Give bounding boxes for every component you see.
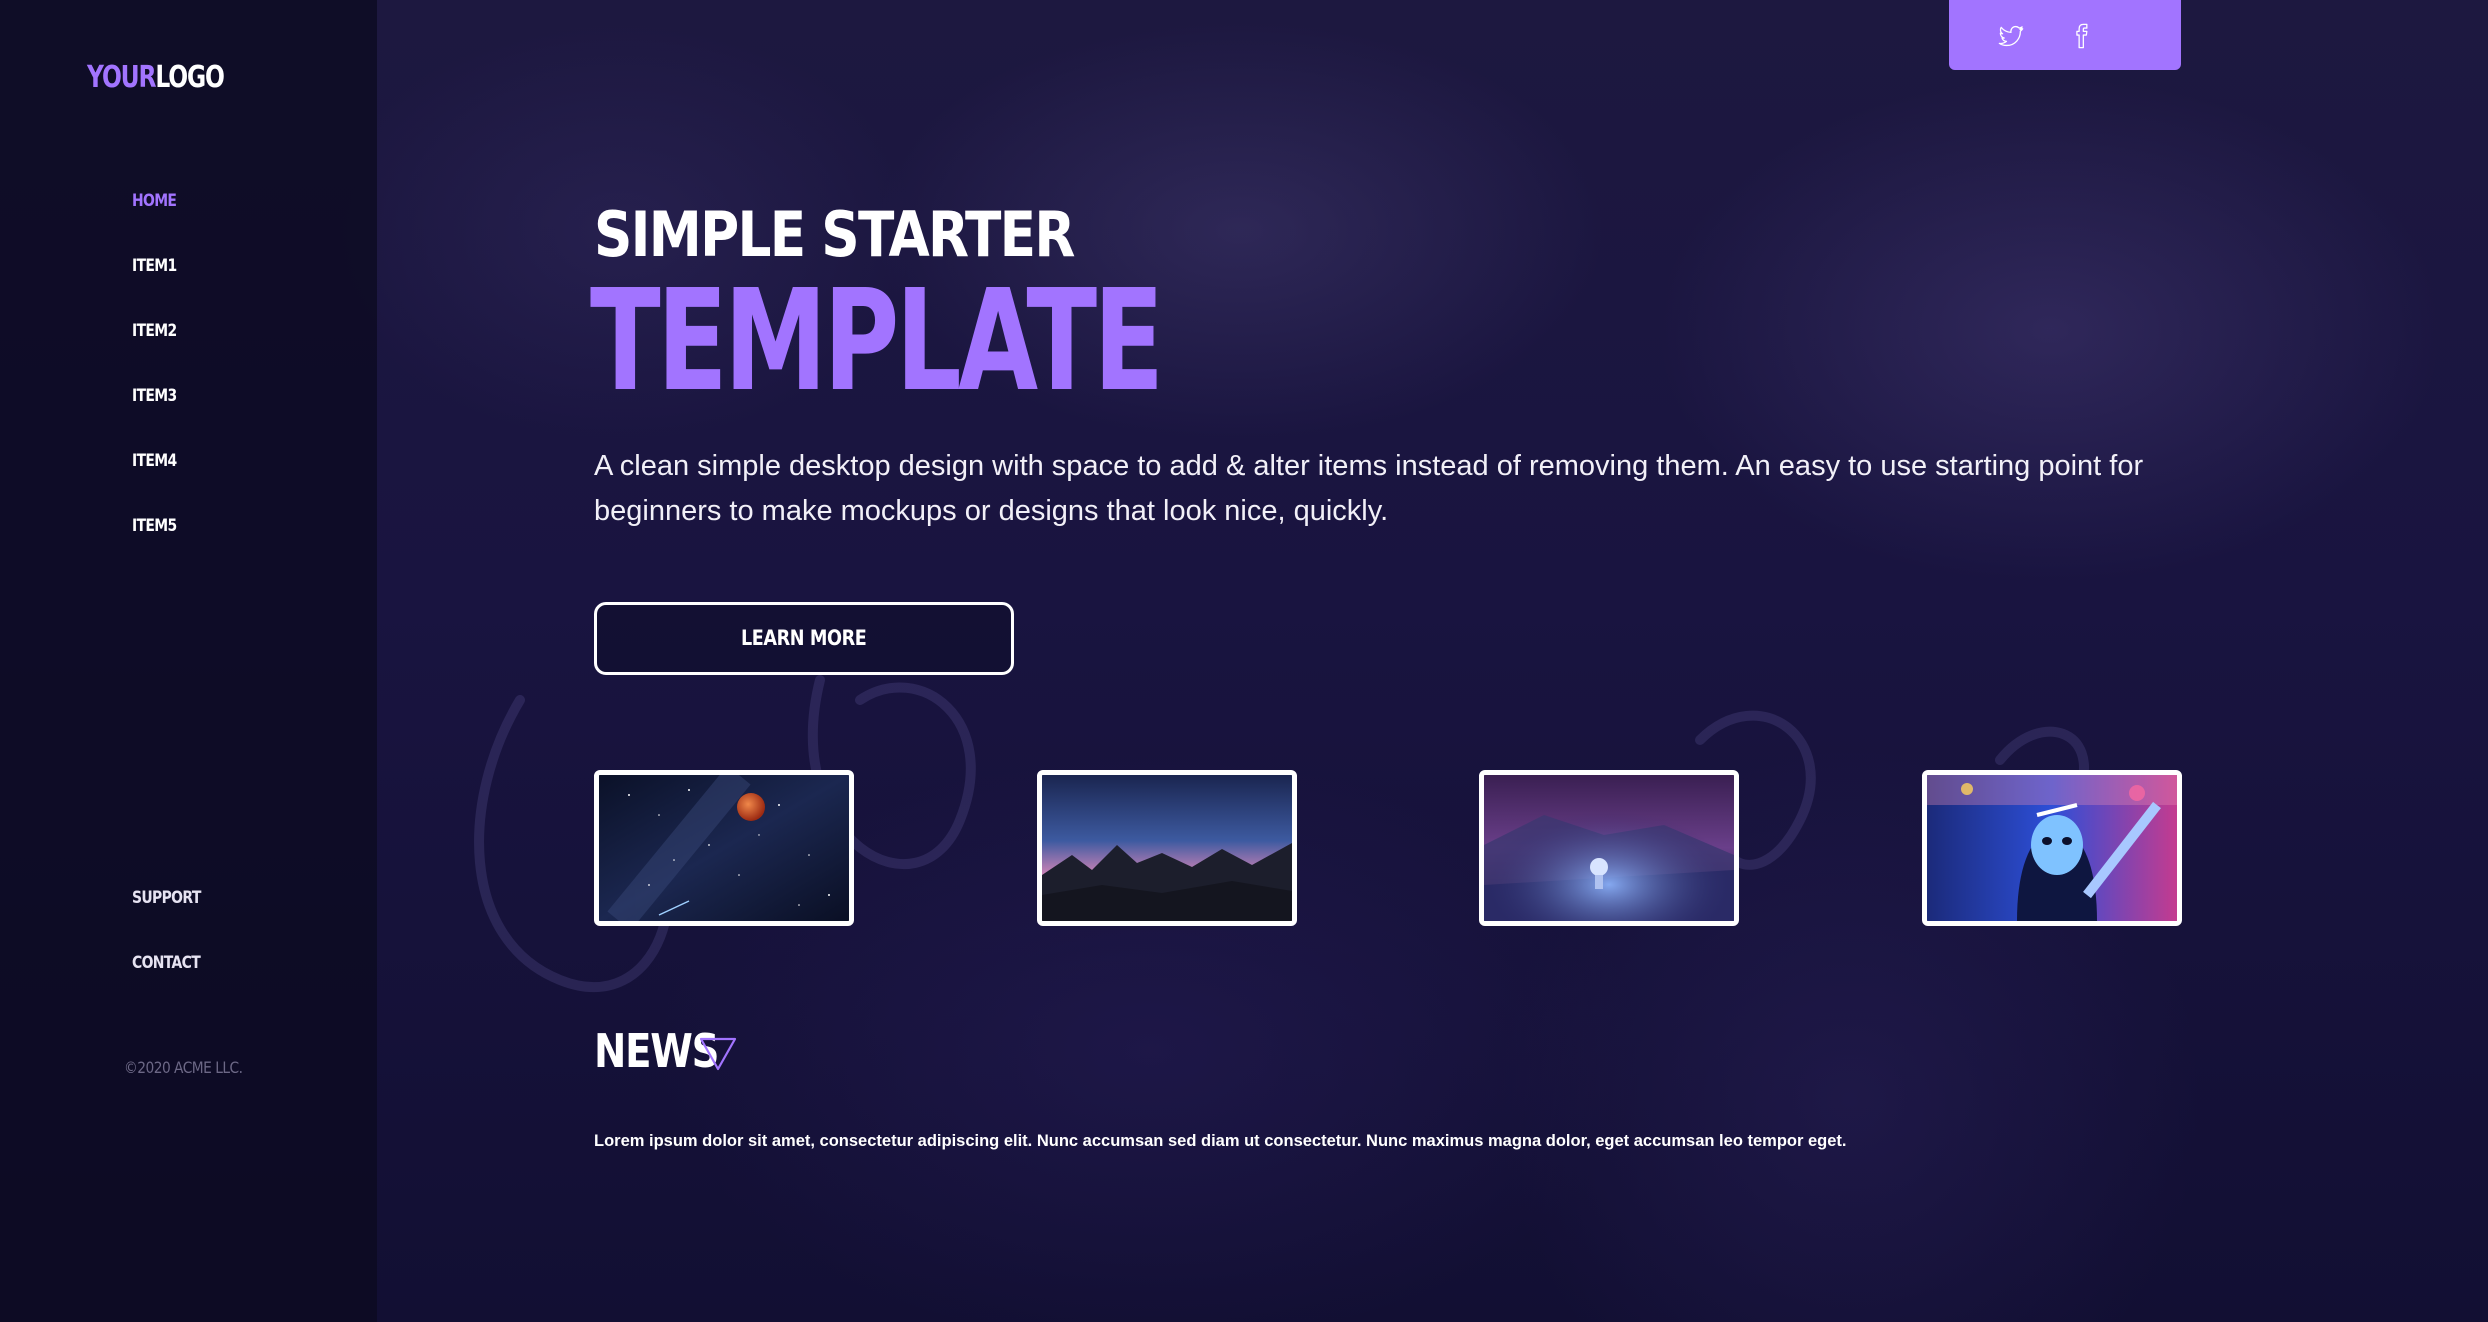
- learn-more-button[interactable]: LEARN MORE: [594, 602, 1014, 675]
- logo[interactable]: YOURLOGO: [87, 60, 225, 95]
- hero-title: TEMPLATE: [590, 260, 1164, 423]
- learn-more-label: LEARN MORE: [741, 626, 867, 650]
- social-bar: [1949, 0, 2181, 70]
- nav-item-home[interactable]: HOME: [132, 186, 177, 251]
- gallery-image-astronaut-snowfield[interactable]: [1479, 770, 1739, 926]
- gallery-image-mountain-sunset[interactable]: [1037, 770, 1297, 926]
- nav-item-item4[interactable]: ITEM4: [132, 446, 177, 511]
- nav-item-item5[interactable]: ITEM5: [132, 511, 177, 576]
- sidebar: YOURLOGO HOME ITEM1 ITEM2 ITEM3 ITEM4 IT…: [0, 0, 377, 1322]
- main-nav: HOME ITEM1 ITEM2 ITEM3 ITEM4 ITEM5: [132, 186, 186, 576]
- triangle-down-icon[interactable]: [698, 1036, 738, 1072]
- logo-suffix: LOGO: [155, 60, 225, 95]
- hero-description: A clean simple desktop design with space…: [594, 450, 2144, 527]
- copyright-text: ©2020 ACME LLC.: [124, 1058, 243, 1077]
- nav-item-support[interactable]: SUPPORT: [132, 883, 201, 948]
- logo-prefix: YOUR: [87, 60, 157, 95]
- nav-item-item1[interactable]: ITEM1: [132, 251, 177, 316]
- gallery-image-night-sky[interactable]: [594, 770, 854, 926]
- nav-item-item2[interactable]: ITEM2: [132, 316, 177, 381]
- facebook-icon[interactable]: [2067, 22, 2095, 50]
- page: YOURLOGO HOME ITEM1 ITEM2 ITEM3 ITEM4 IT…: [0, 0, 2488, 1322]
- nav-item-item3[interactable]: ITEM3: [132, 381, 177, 446]
- news-text: Lorem ipsum dolor sit amet, consectetur …: [594, 1132, 1847, 1150]
- secondary-nav: SUPPORT CONTACT: [132, 883, 216, 1013]
- twitter-icon[interactable]: [1997, 22, 2025, 50]
- background-graffiti: [474, 675, 2089, 992]
- gallery-image-neon-figure[interactable]: [1922, 770, 2182, 926]
- nav-item-contact[interactable]: CONTACT: [132, 948, 201, 1013]
